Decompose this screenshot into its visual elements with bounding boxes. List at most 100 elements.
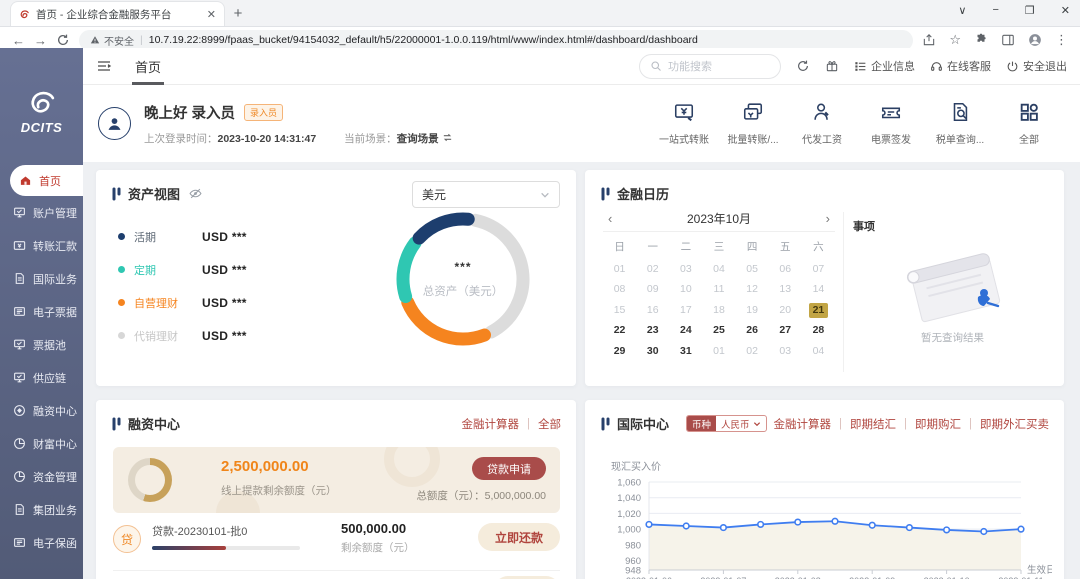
quick-action-批量转账/...[interactable]: 批量转账/... xyxy=(723,101,783,146)
calendar-day[interactable]: 13 xyxy=(769,282,802,297)
link-即期外汇买卖[interactable]: 即期外汇买卖 xyxy=(980,416,1049,432)
profile-avatar-icon[interactable] xyxy=(1028,33,1042,47)
back-icon[interactable]: ← xyxy=(12,33,25,48)
donut-center-value: *** xyxy=(454,260,471,274)
calendar-day[interactable]: 15 xyxy=(603,303,636,318)
calendar-day[interactable]: 10 xyxy=(669,282,702,297)
sidebar-item-集团业务[interactable]: 集团业务 xyxy=(0,493,83,526)
calendar-day[interactable]: 26 xyxy=(736,323,769,338)
calendar-day[interactable]: 02 xyxy=(636,262,669,277)
calendar-day[interactable]: 02 xyxy=(736,344,769,359)
sidebar-item-融资中心[interactable]: 融资中心 xyxy=(0,394,83,427)
tab-close-icon[interactable]: ✕ xyxy=(207,8,216,21)
calendar-day[interactable]: 01 xyxy=(702,344,735,359)
calendar-day[interactable]: 03 xyxy=(669,262,702,277)
quick-action-一站式转账[interactable]: 一站式转账 xyxy=(654,101,714,146)
window-menu-icon[interactable]: ∨ xyxy=(958,4,966,17)
calendar-day[interactable]: 07 xyxy=(802,262,835,277)
tab-home[interactable]: 首页 xyxy=(132,48,164,85)
calendar-day[interactable]: 18 xyxy=(702,303,735,318)
calendar-day[interactable]: 19 xyxy=(736,303,769,318)
gift-icon[interactable] xyxy=(825,59,839,73)
link-即期结汇[interactable]: 即期结汇 xyxy=(850,416,896,432)
sidebar-item-供应链[interactable]: 供应链 xyxy=(0,361,83,394)
calendar-day[interactable]: 03 xyxy=(769,344,802,359)
refresh-icon[interactable] xyxy=(796,59,810,73)
calendar-day[interactable]: 27 xyxy=(769,323,802,338)
calendar-day[interactable]: 25 xyxy=(702,323,735,338)
calendar-day[interactable]: 08 xyxy=(603,282,636,297)
calendar-day[interactable]: 12 xyxy=(736,282,769,297)
link-金融计算器[interactable]: 金融计算器 xyxy=(774,416,832,432)
loan-apply-button[interactable]: 贷款申请 xyxy=(472,457,546,480)
quick-action-税单查询...[interactable]: 税单查询... xyxy=(930,101,990,146)
toolbar-action-企业信息[interactable]: 企业信息 xyxy=(854,58,915,74)
calendar-day[interactable]: 22 xyxy=(603,323,636,338)
sidebar-item-电子保函[interactable]: 电子保函 xyxy=(0,526,83,559)
weekday-日: 日 xyxy=(603,239,636,254)
sidebar-item-转账汇款[interactable]: 转账汇款 xyxy=(0,229,83,262)
calendar-day[interactable]: 31 xyxy=(669,344,702,359)
calendar-day[interactable]: 28 xyxy=(802,323,835,338)
link-全部[interactable]: 全部 xyxy=(538,416,561,432)
calendar-day[interactable]: 09 xyxy=(636,282,669,297)
calendar-day[interactable]: 29 xyxy=(603,344,636,359)
toolbar-action-在线客服[interactable]: 在线客服 xyxy=(930,58,991,74)
side-panel-icon[interactable] xyxy=(1001,33,1015,47)
reload-icon[interactable] xyxy=(56,33,70,47)
calendar-day[interactable]: 04 xyxy=(802,344,835,359)
browser-tab[interactable]: 首页 - 企业综合金融服务平台 ✕ xyxy=(10,1,225,26)
chrome-menu-icon[interactable]: ⋮ xyxy=(1055,32,1068,48)
calendar-next-icon[interactable]: › xyxy=(824,211,832,226)
calendar-day[interactable]: 06 xyxy=(769,262,802,277)
calendar-day[interactable]: 30 xyxy=(636,344,669,359)
collapse-menu-icon[interactable] xyxy=(96,58,112,74)
tab-title: 首页 - 企业综合金融服务平台 xyxy=(36,7,201,22)
sidebar-item-首页[interactable]: 首页 xyxy=(10,165,83,196)
eye-off-icon[interactable] xyxy=(189,187,202,200)
calendar-day[interactable]: 17 xyxy=(669,303,702,318)
share-icon[interactable] xyxy=(922,33,936,47)
sidebar-item-账户管理[interactable]: 账户管理 xyxy=(0,196,83,229)
quick-action-电票签发[interactable]: 电票签发 xyxy=(861,101,921,146)
sidebar-item-电子票据[interactable]: 电子票据 xyxy=(0,295,83,328)
calendar-day[interactable]: 01 xyxy=(603,262,636,277)
link-金融计算器[interactable]: 金融计算器 xyxy=(462,416,520,432)
svg-text:1,060: 1,060 xyxy=(617,478,641,489)
extensions-icon[interactable] xyxy=(974,33,988,47)
calendar-day[interactable]: 16 xyxy=(636,303,669,318)
sidebar-item-国际业务[interactable]: 国际业务 xyxy=(0,262,83,295)
currency-tag[interactable]: 币种 人民币 xyxy=(686,415,767,432)
repay-now-button[interactable]: 立即还款 xyxy=(478,523,560,551)
calendar-day[interactable]: 11 xyxy=(702,282,735,297)
quick-action-代发工资[interactable]: 代发工资 xyxy=(792,101,852,146)
scene-switch-icon[interactable] xyxy=(442,133,453,145)
bill-icon xyxy=(13,305,26,318)
sidebar-item-财富中心[interactable]: 财富中心 xyxy=(0,427,83,460)
svg-text:948: 948 xyxy=(625,566,641,577)
calendar-day[interactable]: 14 xyxy=(802,282,835,297)
calendar-day[interactable]: 24 xyxy=(669,323,702,338)
calendar-day[interactable]: 23 xyxy=(636,323,669,338)
security-warning[interactable]: 不安全 xyxy=(90,33,134,48)
window-maximize-icon[interactable]: ❐ xyxy=(1025,4,1035,17)
chevron-down-icon xyxy=(540,190,550,200)
bookmark-star-icon[interactable]: ☆ xyxy=(949,32,961,48)
calendar-day[interactable]: 21 xyxy=(809,303,828,318)
calendar-prev-icon[interactable]: ‹ xyxy=(606,211,614,226)
toolbar-action-安全退出[interactable]: 安全退出 xyxy=(1006,58,1067,74)
quick-action-全部[interactable]: 全部 xyxy=(999,101,1059,146)
new-tab-button[interactable]: + xyxy=(225,1,251,26)
calendar-day[interactable]: 20 xyxy=(769,303,802,318)
function-search-input[interactable]: 功能搜索 xyxy=(639,54,781,79)
window-minimize-icon[interactable]: − xyxy=(992,4,998,17)
sidebar-item-票据池[interactable]: 票据池 xyxy=(0,328,83,361)
weekday-三: 三 xyxy=(702,239,735,254)
sidebar-item-资金管理[interactable]: 资金管理 xyxy=(0,460,83,493)
calendar-day[interactable]: 04 xyxy=(702,262,735,277)
window-close-icon[interactable]: ✕ xyxy=(1061,4,1070,17)
forward-icon[interactable]: → xyxy=(34,33,47,48)
link-即期购汇[interactable]: 即期购汇 xyxy=(915,416,961,432)
welcome-band: 晚上好 录入员 录入员 上次登录时间：2023-10-20 14:31:47 当… xyxy=(83,85,1080,162)
calendar-day[interactable]: 05 xyxy=(736,262,769,277)
